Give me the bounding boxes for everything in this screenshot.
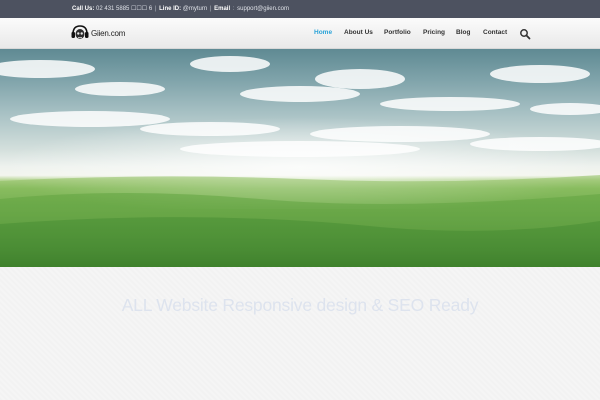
headphone-skull-logo-icon: [71, 25, 89, 41]
landscape-illustration: [0, 56, 600, 267]
search-button[interactable]: [519, 27, 531, 40]
nav-item-about-us[interactable]: About Us: [344, 18, 373, 48]
site-header: Giien.com Home About Us Portfolio Pricin…: [0, 18, 600, 49]
call-label: Call Us:: [72, 6, 95, 12]
hero-banner-image: [0, 49, 600, 267]
content-section: ALL Website Responsive design & SEO Read…: [0, 267, 600, 400]
email-address[interactable]: support@giien.com: [237, 6, 289, 12]
phone-number[interactable]: 02 431 5885 ☐☐☐ 6: [96, 6, 152, 12]
line-id-label: Line ID:: [159, 6, 182, 12]
divider: :: [232, 6, 235, 12]
nav-item-portfolio[interactable]: Portfolio: [384, 18, 411, 48]
top-info-bar: Call Us: 02 431 5885 ☐☐☐ 6 | Line ID: @m…: [0, 0, 600, 18]
divider: |: [154, 6, 157, 12]
nav-item-blog[interactable]: Blog: [456, 18, 470, 48]
site-logo[interactable]: Giien.com: [71, 25, 125, 41]
section-headline: ALL Website Responsive design & SEO Read…: [121, 295, 479, 315]
nav-item-contact[interactable]: Contact: [483, 18, 507, 48]
logo-text: Giien.com: [91, 28, 126, 38]
line-id-value[interactable]: @myturn: [183, 6, 207, 12]
search-icon: [520, 29, 531, 40]
divider: |: [209, 6, 212, 12]
nav-item-home[interactable]: Home: [314, 18, 332, 48]
nav-item-pricing[interactable]: Pricing: [423, 18, 445, 48]
email-label: Email: [214, 6, 231, 12]
